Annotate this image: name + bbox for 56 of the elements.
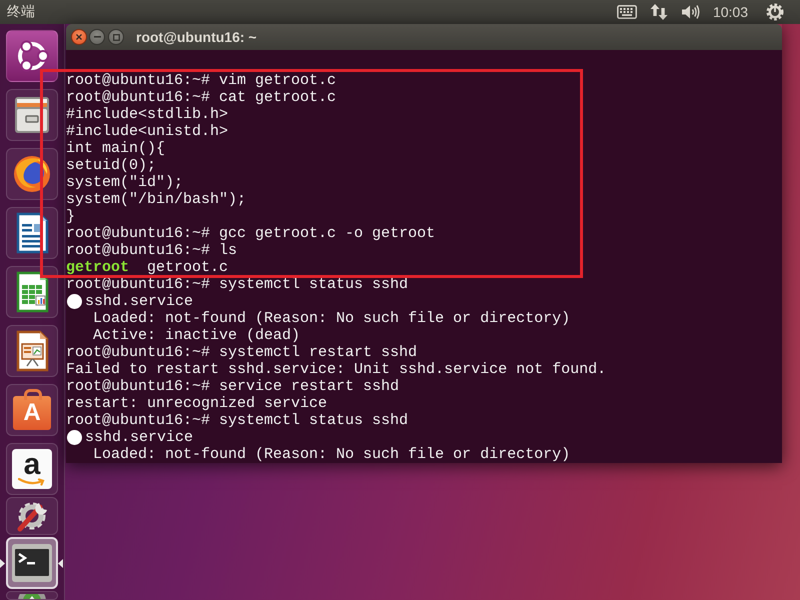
launcher-button[interactable]: a <box>6 443 58 495</box>
launcher-button[interactable] <box>6 207 58 259</box>
launcher-button[interactable] <box>6 497 58 535</box>
volume-icon[interactable] <box>680 4 700 20</box>
globe-icon <box>12 154 52 194</box>
output-line: Failed to restart sshd.service: Unit sshd.service not found. <box>66 361 606 378</box>
maximize-button[interactable] <box>108 29 124 45</box>
output-line: restart: unrecognized service <box>66 395 328 412</box>
file-cabinet-icon <box>12 95 52 135</box>
launcher-button[interactable] <box>6 148 58 200</box>
service-name: sshd.service <box>85 429 194 446</box>
pointer-triangle-icon <box>0 558 5 568</box>
service-name: sshd.service <box>85 293 194 310</box>
close-icon <box>76 34 82 40</box>
output-line: Active: inactive (dead) <box>93 327 300 344</box>
launcher-button[interactable] <box>6 266 58 318</box>
up-down-arrows-icon[interactable] <box>650 3 668 21</box>
output-line: setuid(0); <box>66 157 156 174</box>
minimize-icon <box>94 36 100 38</box>
file-name: getroot <box>66 259 130 276</box>
curved-arrow-icon <box>18 478 46 486</box>
output-line: Loaded: not-found (Reason: No such file or directory) <box>93 446 570 463</box>
launcher-button[interactable] <box>6 325 58 377</box>
output-line: system("id"); <box>66 174 184 191</box>
command-line: root@ubuntu16:~# ls <box>66 242 238 259</box>
output-line: Loaded: not-found (Reason: No such file or directory) <box>93 310 570 327</box>
window-title: root@ubuntu16: ~ <box>136 29 257 45</box>
close-button[interactable] <box>71 29 87 45</box>
output-line: #include<stdlib.h> <box>66 106 228 123</box>
round-app-icon <box>17 594 47 599</box>
command-line: root@ubuntu16:~# cat getroot.c <box>66 89 336 106</box>
output-line: int main(){ <box>66 140 166 157</box>
status-dot-icon <box>67 430 82 445</box>
launcher-button[interactable] <box>6 537 58 589</box>
file-name: getroot.c <box>147 259 228 276</box>
launcher-button[interactable] <box>6 591 58 600</box>
maximize-icon <box>112 34 120 40</box>
clock-time[interactable]: 10:03 <box>712 4 748 20</box>
terminal-icon <box>11 543 53 583</box>
output-line: #include<unistd.h> <box>66 123 228 140</box>
keyboard-icon[interactable] <box>616 5 637 19</box>
pointer-triangle-icon <box>58 558 63 568</box>
app-name: 终端 <box>7 3 35 21</box>
command-line: root@ubuntu16:~# vim getroot.c <box>66 72 336 89</box>
gear-icon[interactable] <box>766 3 784 21</box>
command-line: root@ubuntu16:~# systemctl status sshd <box>66 276 408 293</box>
output-line: } <box>66 208 76 225</box>
command-line: root@ubuntu16:~# systemctl restart sshd <box>66 344 418 361</box>
launcher-button[interactable] <box>6 89 58 141</box>
command-line: root@ubuntu16:~# service restart sshd <box>66 378 400 395</box>
status-dot-icon <box>67 294 82 309</box>
command-line: root@ubuntu16:~# gcc getroot.c -o getroot <box>66 225 436 242</box>
launcher-button[interactable] <box>6 30 58 82</box>
minimize-button[interactable] <box>89 29 105 45</box>
command-line: root@ubuntu16:~# systemctl status sshd <box>66 412 408 429</box>
output-line: system("/bin/bash"); <box>66 191 246 208</box>
